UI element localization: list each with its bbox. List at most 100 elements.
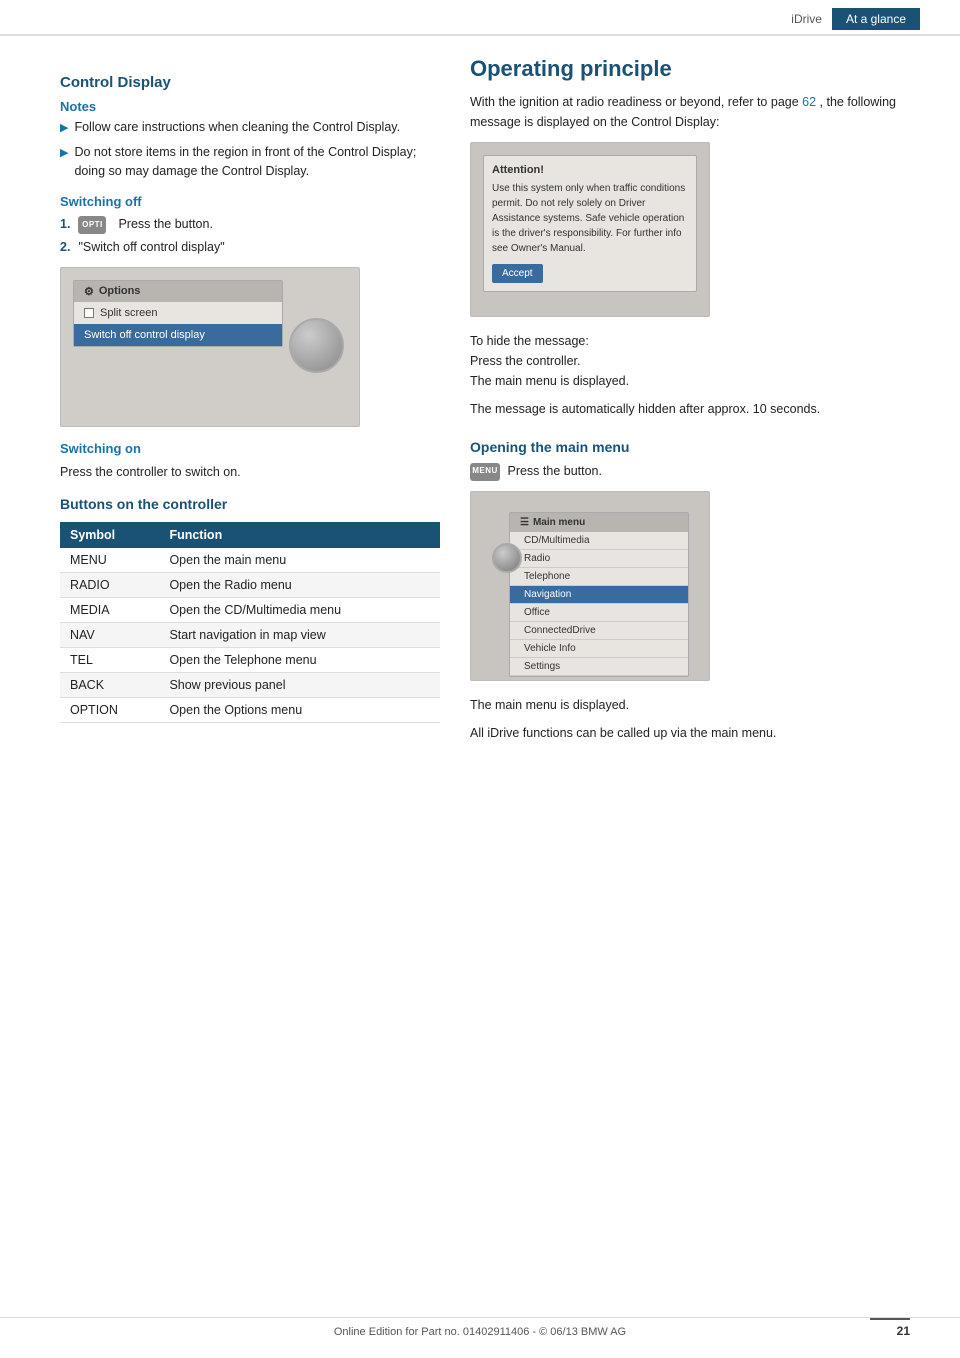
step-2-num: 2. (60, 238, 70, 257)
cell-function-1: Open the Radio menu (159, 572, 440, 597)
options-icon: ⚙ (84, 285, 94, 298)
page-container: iDrive At a glance Control Display Notes… (0, 0, 960, 1358)
mainmenu-item-2: Telephone (510, 568, 688, 586)
left-column: Control Display Notes ▶ Follow care inst… (60, 56, 440, 751)
cell-symbol-1: RADIO (60, 572, 159, 597)
options-item-switch-off: Switch off control display (74, 324, 282, 346)
table-row: MENUOpen the main menu (60, 548, 440, 573)
footer-text: Online Edition for Part no. 01402911406 … (334, 1326, 626, 1338)
mainmenu-screenshot: ☰ Main menu CD/MultimediaRadioTelephoneN… (470, 491, 710, 681)
table-row: MEDIAOpen the CD/Multimedia menu (60, 597, 440, 622)
cell-function-4: Open the Telephone menu (159, 647, 440, 672)
cell-symbol-5: BACK (60, 672, 159, 697)
mainmenu-header-label: Main menu (533, 517, 585, 528)
mainmenu-header: ☰ Main menu (510, 513, 688, 532)
options-menu-box: ⚙ Options Split screen Switch off contro… (73, 280, 283, 347)
step-2: 2. "Switch off control display" (60, 238, 440, 257)
top-header: iDrive At a glance (0, 0, 960, 36)
attention-screenshot: Attention! Use this system only when tra… (470, 142, 710, 317)
intro-paragraph: With the ignition at radio readiness or … (470, 92, 920, 132)
table-row: TELOpen the Telephone menu (60, 647, 440, 672)
switching-on-title: Switching on (60, 441, 440, 456)
main-content: Control Display Notes ▶ Follow care inst… (0, 36, 960, 791)
mainmenu-item-4: Office (510, 604, 688, 622)
notes-list: ▶ Follow care instructions when cleaning… (60, 118, 440, 180)
mainmenu-item-0: CD/Multimedia (510, 532, 688, 550)
note-item-2: ▶ Do not store items in the region in fr… (60, 143, 440, 181)
attention-box: Attention! Use this system only when tra… (483, 155, 697, 292)
table-body: MENUOpen the main menuRADIOOpen the Radi… (60, 548, 440, 723)
mainmenu-item-7: Settings (510, 658, 688, 676)
opti-icon: OPTI (78, 216, 106, 234)
hide-message-text: To hide the message: Press the controlle… (470, 331, 920, 391)
auto-hide-text: The message is automatically hidden afte… (470, 399, 920, 419)
right-column: Operating principle With the ignition at… (470, 56, 920, 751)
table-row: OPTIONOpen the Options menu (60, 697, 440, 722)
col-function: Function (159, 522, 440, 548)
step-1-num: 1. (60, 215, 70, 234)
note-text-1: Follow care instructions when cleaning t… (74, 118, 400, 137)
mainmenu-inner: ☰ Main menu CD/MultimediaRadioTelephoneN… (509, 512, 689, 677)
menu-icon-small: ☰ (520, 517, 529, 528)
table-header-row: Symbol Function (60, 522, 440, 548)
press-button-para: MENU Press the button. (470, 461, 920, 481)
press-button-text: Press the button. (507, 464, 602, 478)
attention-title: Attention! (492, 164, 688, 176)
mainmenu-item-6: Vehicle Info (510, 640, 688, 658)
cell-function-0: Open the main menu (159, 548, 440, 573)
cell-function-6: Open the Options menu (159, 697, 440, 722)
notes-label: Notes (60, 99, 440, 114)
operating-title: Operating principle (470, 56, 920, 82)
cell-symbol-4: TEL (60, 647, 159, 672)
main-menu-displayed: The main menu is displayed. (470, 695, 920, 715)
buttons-title: Buttons on the controller (60, 496, 440, 512)
step-1: 1. OPTI Press the button. (60, 215, 440, 234)
controller-knob-left (289, 318, 344, 373)
attention-body: Use this system only when traffic condit… (492, 181, 688, 256)
note-text-2: Do not store items in the region in fron… (74, 143, 440, 181)
mainmenu-item-5: ConnectedDrive (510, 622, 688, 640)
cell-symbol-6: OPTION (60, 697, 159, 722)
all-functions-text: All iDrive functions can be called up vi… (470, 723, 920, 743)
mainmenu-item-1: Radio (510, 550, 688, 568)
col-symbol: Symbol (60, 522, 159, 548)
option-btn-icon-1: OPTI (78, 215, 110, 234)
accept-button[interactable]: Accept (492, 264, 543, 283)
intro-text-1: With the ignition at radio readiness or … (470, 95, 799, 109)
table-row: NAVStart navigation in map view (60, 622, 440, 647)
options-screenshot: ⚙ Options Split screen Switch off contro… (60, 267, 360, 427)
page-number: 21 (870, 1318, 910, 1338)
opening-main-menu-title: Opening the main menu (470, 439, 920, 455)
step-2-text: "Switch off control display" (78, 238, 224, 257)
main-menu-items: CD/MultimediaRadioTelephoneNavigationOff… (510, 532, 688, 676)
buttons-table: Symbol Function MENUOpen the main menuRA… (60, 522, 440, 723)
bullet-arrow-2: ▶ (60, 145, 68, 162)
cell-function-5: Show previous panel (159, 672, 440, 697)
cell-symbol-0: MENU (60, 548, 159, 573)
bullet-arrow-1: ▶ (60, 120, 68, 137)
note-item-1: ▶ Follow care instructions when cleaning… (60, 118, 440, 137)
table-row: BACKShow previous panel (60, 672, 440, 697)
options-menu-header: ⚙ Options (74, 281, 282, 302)
split-screen-label: Split screen (100, 307, 157, 319)
switching-on-text: Press the controller to switch on. (60, 462, 440, 482)
tab-ataglance[interactable]: At a glance (832, 8, 920, 30)
table-row: RADIOOpen the Radio menu (60, 572, 440, 597)
cell-function-2: Open the CD/Multimedia menu (159, 597, 440, 622)
cell-function-3: Start navigation in map view (159, 622, 440, 647)
menu-icon: MENU (470, 463, 500, 481)
tab-idrive[interactable]: iDrive (781, 8, 832, 30)
switching-off-steps: 1. OPTI Press the button. 2. "Switch off… (60, 215, 440, 257)
options-menu-header-label: Options (99, 285, 141, 297)
page-ref-link[interactable]: 62 (802, 95, 816, 109)
mainmenu-knob (492, 543, 522, 573)
options-item-split-screen: Split screen (74, 302, 282, 324)
split-screen-checkbox (84, 308, 94, 318)
cell-symbol-3: NAV (60, 622, 159, 647)
cell-symbol-2: MEDIA (60, 597, 159, 622)
mainmenu-item-3: Navigation (510, 586, 688, 604)
step-1-text: Press the button. (118, 215, 213, 234)
switching-off-title: Switching off (60, 194, 440, 209)
page-footer: Online Edition for Part no. 01402911406 … (0, 1317, 960, 1338)
control-display-title: Control Display (60, 74, 440, 91)
